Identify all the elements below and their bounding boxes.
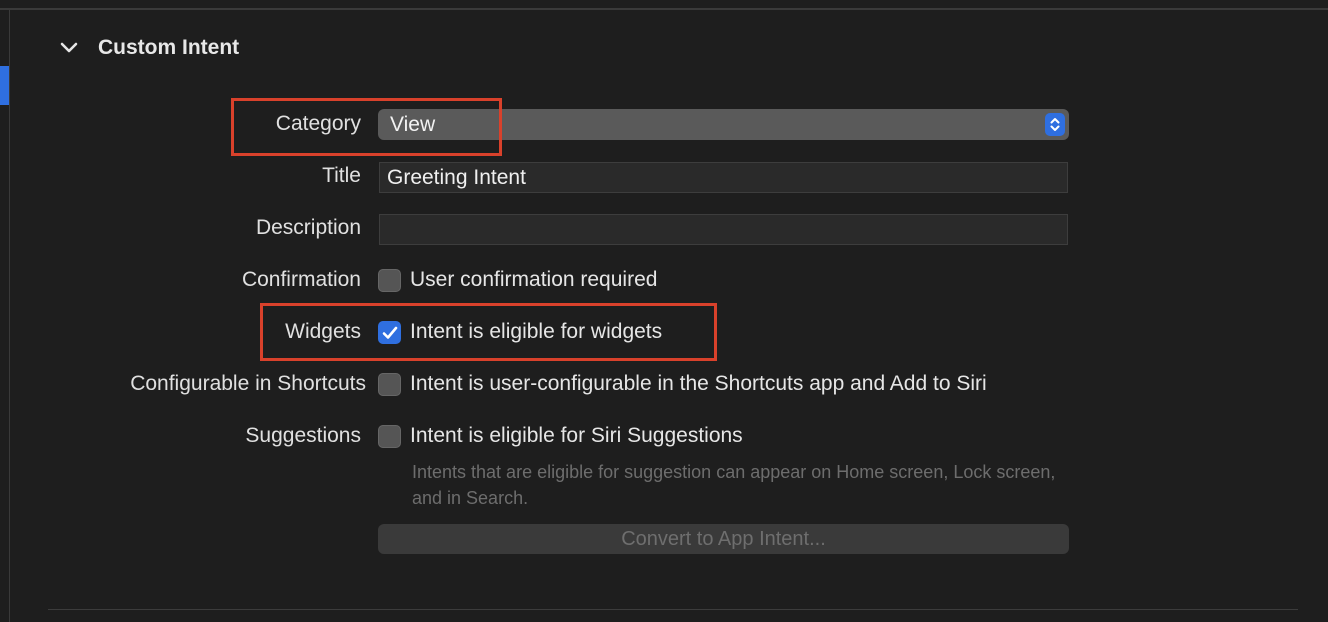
left-divider (9, 10, 10, 622)
confirmation-checkbox[interactable] (378, 269, 401, 292)
widgets-highlight (260, 303, 717, 361)
section-header[interactable]: Custom Intent (58, 32, 239, 64)
title-value: Greeting Intent (387, 165, 526, 189)
suggestions-checkbox[interactable] (378, 425, 401, 448)
suggestions-checkbox-label[interactable]: Intent is eligible for Siri Suggestions (410, 424, 743, 448)
description-field[interactable] (379, 214, 1068, 245)
configurable-checkbox[interactable] (378, 373, 401, 396)
bottom-divider (48, 609, 1298, 610)
updown-stepper-icon (1045, 113, 1065, 136)
title-field[interactable]: Greeting Intent (379, 162, 1068, 193)
suggestions-help-text: Intents that are eligible for suggestion… (412, 462, 1056, 508)
chevron-down-icon[interactable] (58, 37, 80, 59)
title-label: Title (322, 164, 361, 187)
confirmation-label: Confirmation (241, 268, 361, 291)
configurable-checkbox-label[interactable]: Intent is user-configurable in the Short… (410, 372, 987, 396)
category-highlight (231, 98, 502, 156)
top-divider (0, 8, 1328, 10)
configurable-label: Configurable in Shortcuts (130, 372, 366, 395)
selection-indicator (0, 66, 9, 105)
convert-to-app-intent-button[interactable]: Convert to App Intent... (378, 524, 1069, 554)
suggestions-label: Suggestions (245, 424, 361, 447)
description-label: Description (255, 216, 361, 239)
inspector-window: Custom Intent Category View Title Greeti… (0, 0, 1328, 622)
section-title: Custom Intent (98, 36, 240, 59)
confirmation-checkbox-label[interactable]: User confirmation required (410, 268, 657, 292)
